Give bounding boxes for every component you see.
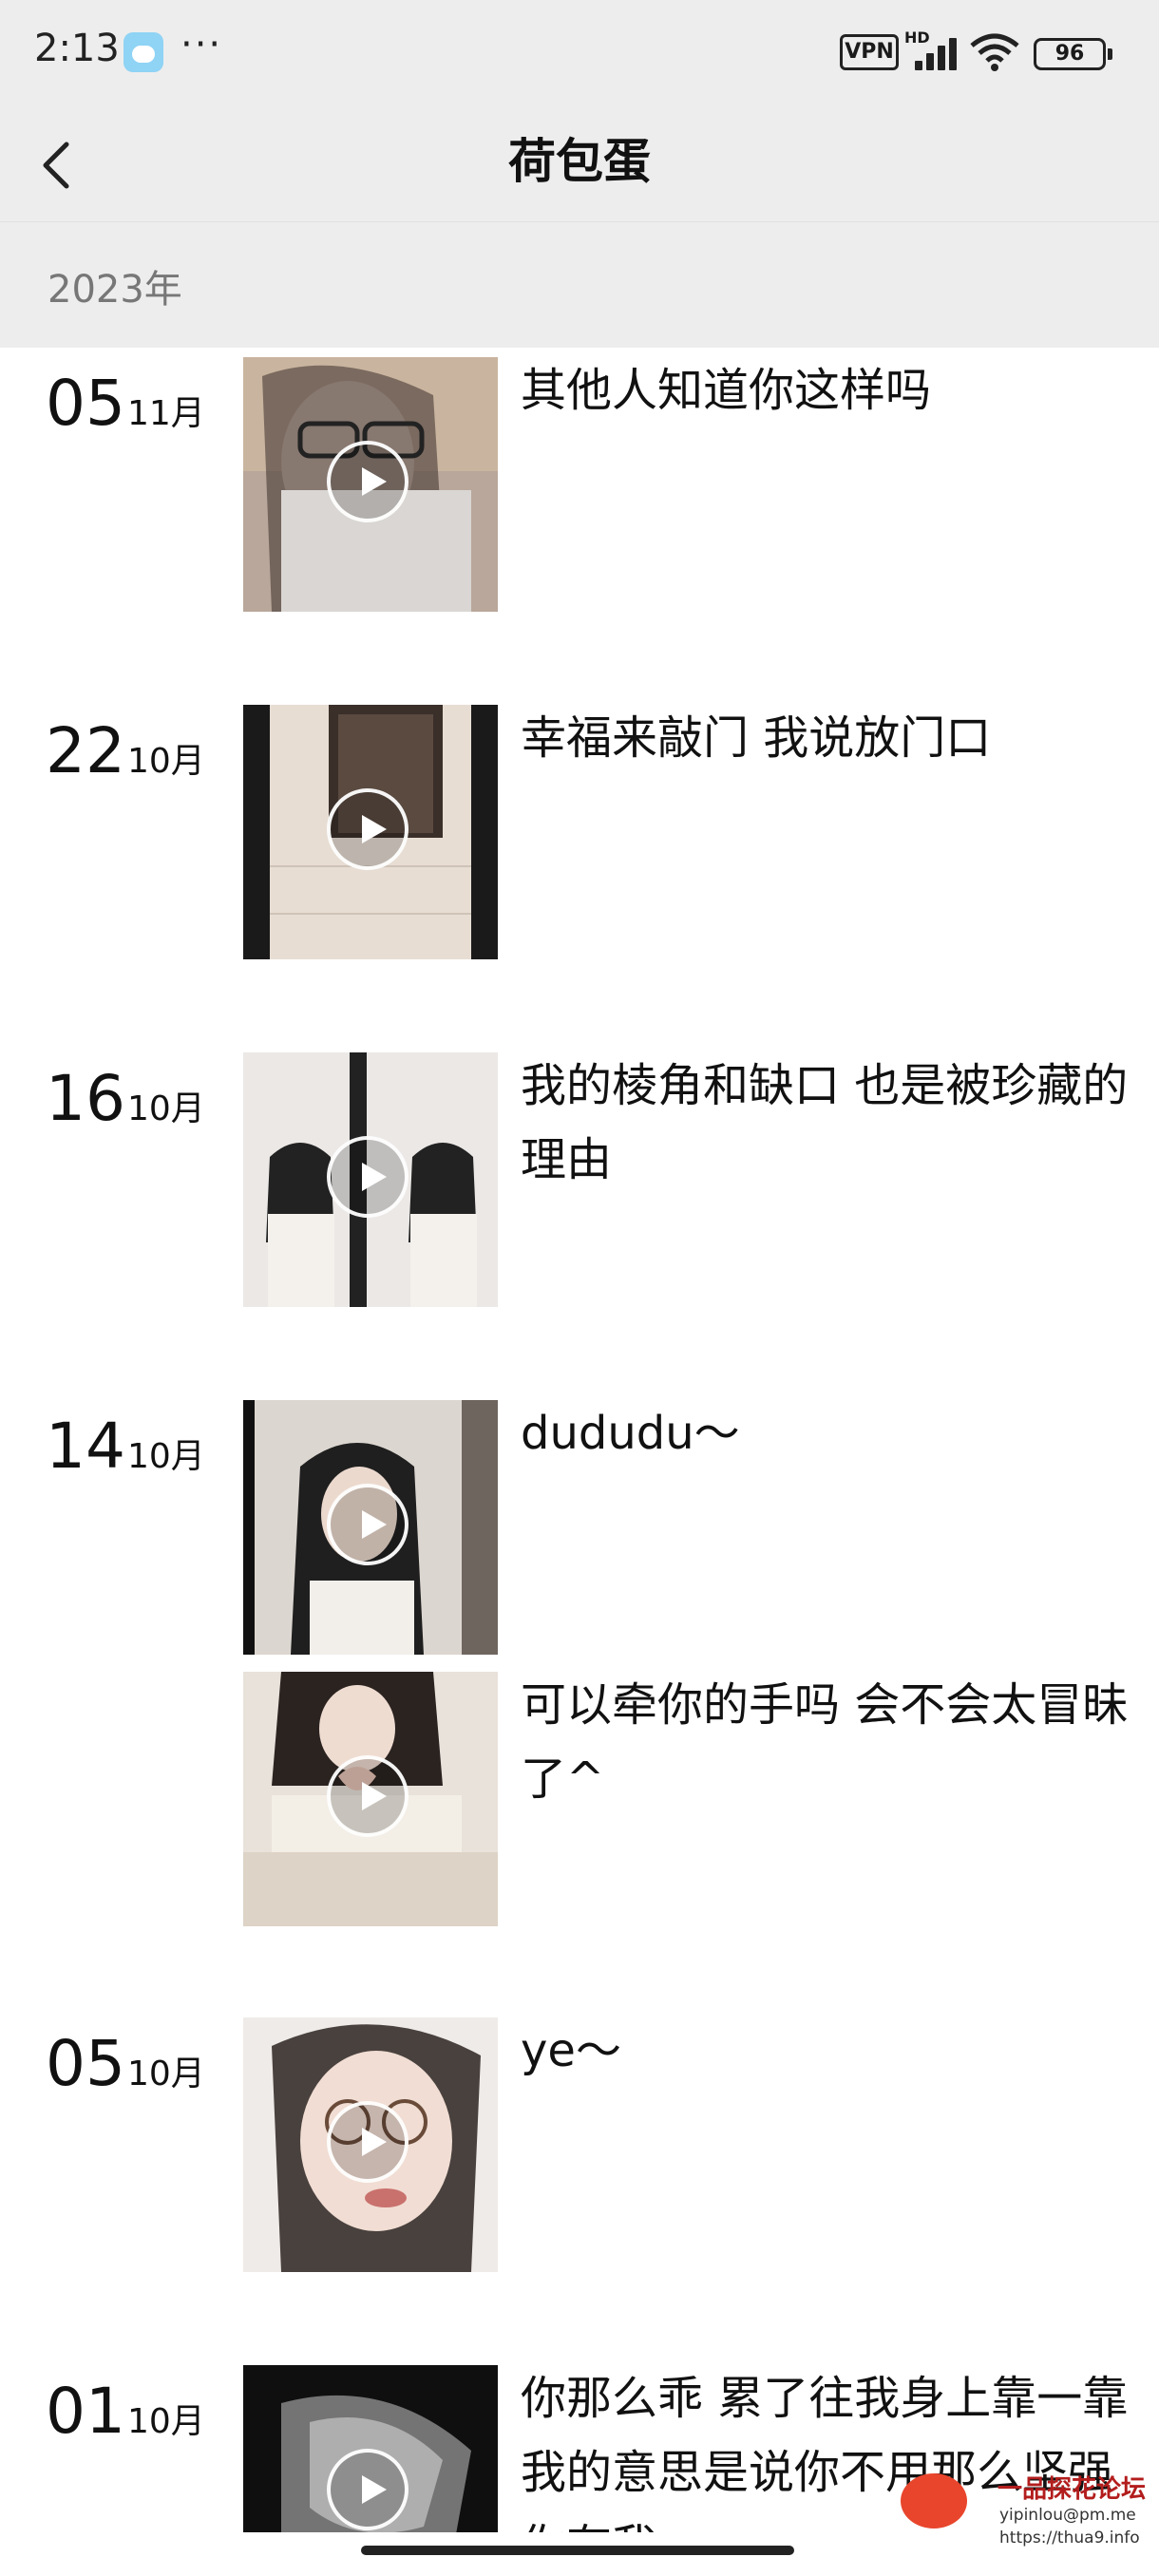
year-label: 2023年	[48, 268, 182, 312]
year-section-header: 2023年	[0, 222, 1159, 348]
post-day: 05	[46, 2027, 125, 2100]
play-icon	[327, 2101, 408, 2183]
moments-list: 0511月 其他人知道你这样吗 2210月 幸福来敲门 我说放门口 1610月	[0, 348, 1159, 2532]
post-caption[interactable]: ye～	[521, 2014, 1129, 2088]
play-icon	[327, 788, 408, 870]
post-day: 01	[46, 2375, 125, 2448]
video-thumbnail[interactable]	[243, 1672, 498, 1926]
top-nav-bar: 荷包蛋	[0, 103, 1159, 222]
post-caption[interactable]: 可以牵你的手吗 会不会太冒昧了^	[521, 1668, 1129, 1816]
battery-icon: 96	[1034, 38, 1112, 70]
post-caption[interactable]: dududu～	[521, 1396, 1129, 1470]
post-day: 16	[46, 1062, 125, 1135]
more-notifications-icon: ···	[180, 23, 223, 66]
forum-watermark: 一品探花论坛 yipinlou@pm.me https://thua9.info	[901, 2470, 1148, 2555]
post-date: 0110月	[46, 2380, 205, 2443]
video-thumbnail[interactable]	[243, 357, 498, 612]
forum-logo-icon	[901, 2473, 967, 2529]
signal-icon	[907, 34, 960, 70]
watermark-email: yipinlou@pm.me	[999, 2506, 1136, 2525]
page-title: 荷包蛋	[508, 134, 651, 189]
watermark-title: 一品探花论坛	[998, 2475, 1147, 2504]
post-date: 2210月	[46, 720, 205, 783]
app-notification-icon	[124, 32, 163, 72]
post-month: 10月	[126, 1437, 205, 1476]
post-caption[interactable]: 我的棱角和缺口 也是被珍藏的理由	[521, 1049, 1129, 1197]
post-day: 22	[46, 714, 125, 787]
post-month: 10月	[126, 1089, 205, 1128]
post-date: 0510月	[46, 2033, 205, 2095]
wifi-icon	[970, 33, 1019, 71]
post-caption[interactable]: 幸福来敲门 我说放门口	[521, 701, 1129, 775]
post-caption[interactable]: 其他人知道你这样吗	[521, 353, 1129, 427]
video-thumbnail[interactable]	[243, 2017, 498, 2272]
play-icon	[327, 1755, 408, 1837]
play-icon	[327, 1484, 408, 1565]
post-date: 0511月	[46, 372, 205, 435]
video-thumbnail[interactable]	[243, 1052, 498, 1307]
play-icon	[327, 1136, 408, 1218]
play-icon	[327, 441, 408, 522]
video-thumbnail[interactable]	[243, 705, 498, 959]
post-date: 1610月	[46, 1068, 205, 1130]
status-time: 2:13	[34, 27, 120, 70]
video-thumbnail[interactable]	[243, 1400, 498, 1655]
vpn-icon: VPN	[840, 34, 899, 70]
play-icon	[327, 2449, 408, 2530]
post-month: 10月	[126, 2402, 205, 2441]
video-thumbnail[interactable]	[243, 2365, 498, 2532]
watermark-url: https://thua9.info	[999, 2529, 1140, 2548]
post-month: 11月	[126, 394, 205, 433]
status-bar: 2:13 ··· VPN HD 96	[0, 0, 1159, 103]
post-day: 05	[46, 367, 125, 440]
post-month: 10月	[126, 742, 205, 781]
post-day: 14	[46, 1410, 125, 1483]
post-date: 1410月	[46, 1415, 205, 1478]
post-month: 10月	[126, 2055, 205, 2093]
home-indicator[interactable]	[361, 2546, 794, 2555]
